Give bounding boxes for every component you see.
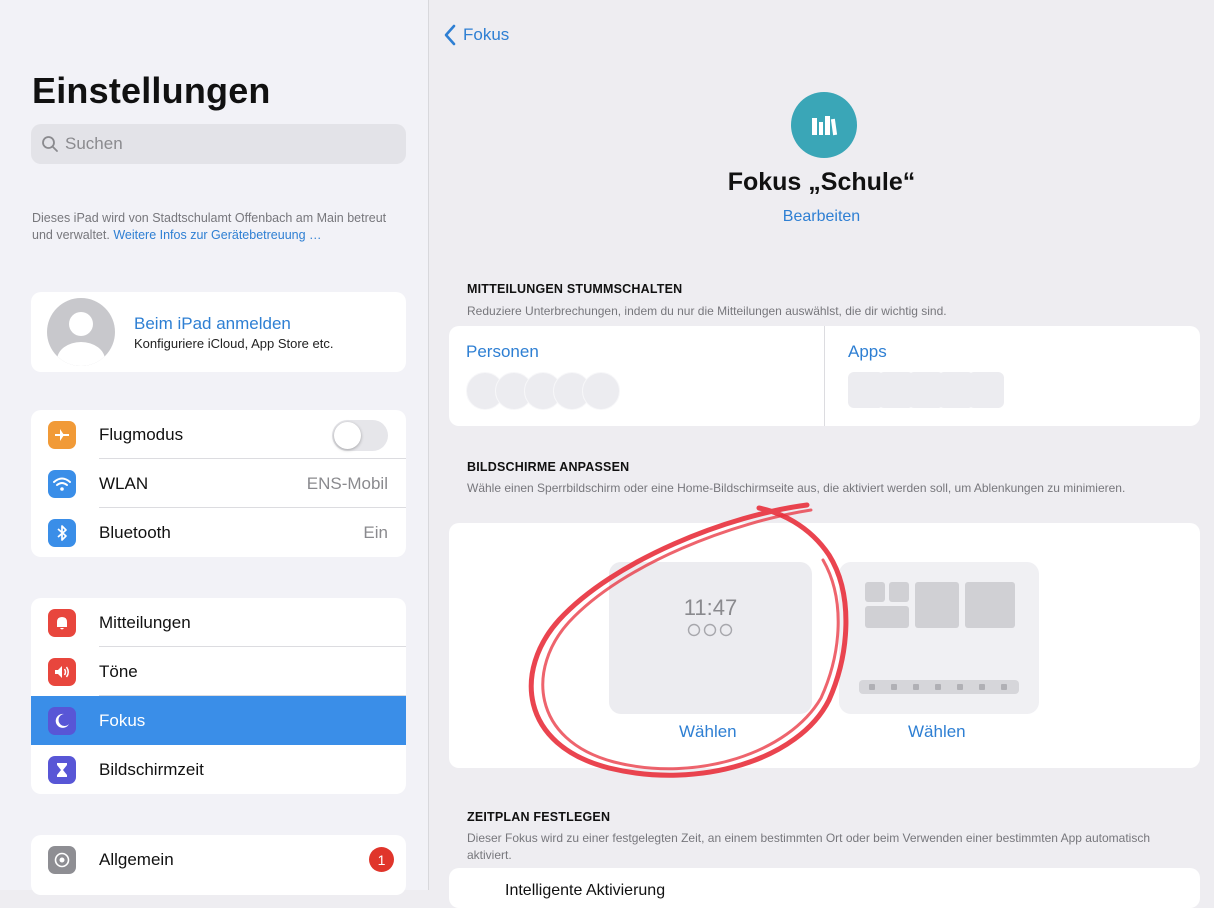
card-divider — [824, 326, 825, 426]
account-subtitle: Konfiguriere iCloud, App Store etc. — [134, 336, 334, 351]
sidebar-item-label: Mitteilungen — [99, 612, 191, 632]
choose-home-screen-button[interactable]: Wählen — [908, 722, 966, 742]
sidebar-item-label: Bluetooth — [99, 522, 171, 542]
bell-icon — [48, 609, 76, 637]
search-icon — [42, 136, 58, 152]
sidebar-item-label: Allgemein — [99, 849, 174, 869]
silence-heading: MITTEILUNGEN STUMMSCHALTEN — [467, 282, 683, 296]
connectivity-group: Flugmodus WLAN ENS-Mobil Bluetooth Ein — [31, 410, 406, 557]
sidebar-item-fokus[interactable]: Fokus — [31, 696, 406, 745]
choose-lock-screen-button[interactable]: Wählen — [679, 722, 737, 742]
lock-screen-time: 11:47 — [683, 595, 738, 620]
sidebar-item-label: Töne — [99, 661, 138, 681]
wlan-value: ENS-Mobil — [306, 473, 388, 493]
screens-heading: BILDSCHIRME ANPASSEN — [467, 460, 630, 474]
home-widget — [865, 606, 909, 628]
home-dock — [859, 680, 1019, 694]
search-input[interactable]: Suchen — [31, 124, 406, 164]
screens-description: Wähle einen Sperrbildschirm oder eine Ho… — [467, 481, 1126, 495]
sidebar-item-wlan[interactable]: WLAN ENS-Mobil — [31, 459, 406, 508]
people-label: Personen — [466, 342, 539, 361]
settings-sidebar: Einstellungen Suchen Dieses iPad wird vo… — [0, 0, 429, 895]
home-screen-preview[interactable] — [839, 562, 1039, 714]
person-placeholder — [582, 372, 620, 410]
hourglass-icon — [48, 756, 76, 784]
sidebar-title: Einstellungen — [32, 70, 271, 111]
bluetooth-value: Ein — [363, 522, 388, 542]
sidebar-item-bildschirmzeit[interactable]: Bildschirmzeit — [31, 745, 406, 794]
moon-icon — [48, 707, 76, 735]
gear-icon — [48, 846, 76, 874]
sidebar-item-mitteilungen[interactable]: Mitteilungen — [31, 598, 406, 647]
app-placeholder — [968, 372, 1004, 408]
focus-title: Fokus „Schule“ — [727, 168, 916, 196]
home-widget — [889, 582, 909, 602]
notification-badge: 1 — [369, 847, 394, 872]
home-widget — [915, 582, 959, 628]
bluetooth-icon — [48, 519, 76, 547]
screens-card: 11:47 Wählen Wählen — [449, 523, 1200, 768]
avatar — [47, 298, 115, 366]
wifi-icon — [48, 470, 76, 498]
chevron-left-icon — [444, 24, 456, 46]
account-signin-row[interactable]: Beim iPad anmelden Konfiguriere iCloud, … — [31, 292, 406, 372]
account-title: Beim iPad anmelden — [134, 314, 291, 333]
sidebar-item-bluetooth[interactable]: Bluetooth Ein — [31, 508, 406, 557]
lock-screen-preview[interactable]: 11:47 — [609, 562, 812, 714]
focus-group: Mitteilungen Töne Fokus Bildschirmzeit — [31, 598, 406, 794]
allowed-notifications-card: Personen Apps — [449, 326, 1200, 426]
edit-button[interactable]: Bearbeiten — [429, 208, 1214, 226]
management-note: Dieses iPad wird von Stadtschulamt Offen… — [32, 210, 402, 244]
sidebar-item-label: Flugmodus — [99, 424, 184, 444]
books-icon — [791, 92, 857, 158]
speaker-icon — [48, 658, 76, 686]
home-widget — [865, 582, 885, 602]
management-info-link[interactable]: Weitere Infos zur Gerätebetreuung … — [113, 228, 321, 242]
search-placeholder: Suchen — [65, 134, 123, 153]
sidebar-item-label: WLAN — [99, 473, 149, 493]
airplane-mode-toggle[interactable] — [332, 420, 388, 451]
airplane-icon — [48, 421, 76, 449]
back-button[interactable]: Fokus — [443, 24, 509, 46]
focus-detail-pane: Fokus Fokus „Schule“ Bearbeiten MITTEILU… — [429, 0, 1214, 908]
sidebar-item-toene[interactable]: Töne — [31, 647, 406, 696]
lock-widgets-icon — [687, 623, 733, 637]
silence-description: Reduziere Unterbrechungen, indem du nur … — [467, 304, 947, 318]
schedule-heading: ZEITPLAN FESTLEGEN — [467, 810, 611, 824]
schedule-description: Dieser Fokus wird zu einer festgelegten … — [467, 831, 1150, 862]
sidebar-item-label: Fokus — [99, 710, 146, 730]
sidebar-item-flugmodus[interactable]: Flugmodus — [31, 410, 406, 459]
general-group: Allgemein 1 — [31, 835, 406, 895]
sidebar-item-allgemein[interactable]: Allgemein 1 — [31, 835, 406, 884]
smart-activation-row[interactable]: Intelligente Aktivierung — [505, 882, 665, 900]
back-label: Fokus — [463, 25, 510, 44]
schedule-card: Intelligente Aktivierung — [449, 868, 1200, 908]
home-widget — [965, 582, 1015, 628]
apps-label: Apps — [848, 342, 887, 361]
sidebar-item-label: Bildschirmzeit — [99, 759, 204, 779]
